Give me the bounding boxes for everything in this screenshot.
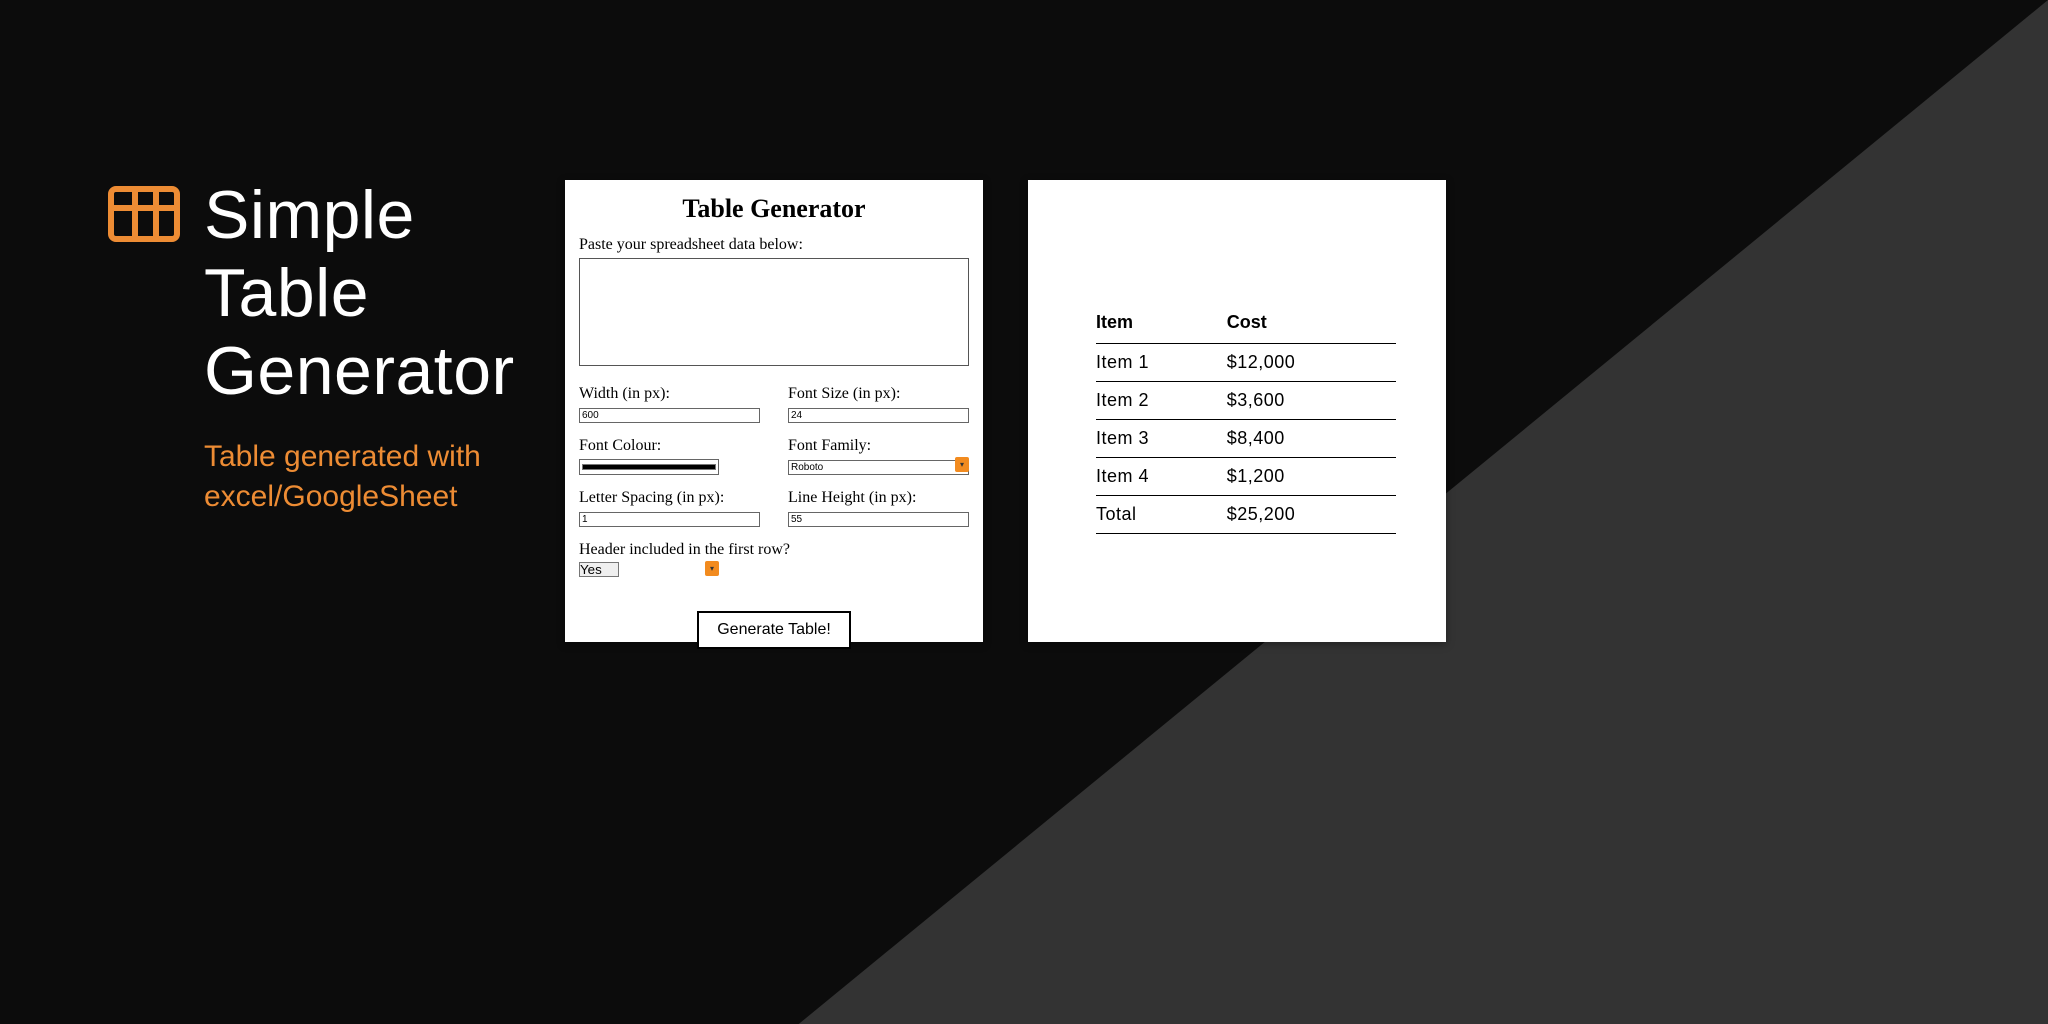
form-title: Table Generator xyxy=(579,194,969,224)
result-card: Item Cost Item 1 $12,000 Item 2 $3,600 I… xyxy=(1028,180,1446,642)
table-cell: $12,000 xyxy=(1219,344,1396,382)
header-row-label: Header included in the first row? xyxy=(579,541,969,559)
result-header-cell: Cost xyxy=(1219,306,1396,344)
generator-form-card: Table Generator Paste your spreadsheet d… xyxy=(565,180,983,642)
table-cell: Item 1 xyxy=(1096,344,1219,382)
table-row: Total $25,200 xyxy=(1096,496,1396,534)
paste-label: Paste your spreadsheet data below: xyxy=(579,236,969,254)
font-size-input[interactable] xyxy=(788,408,969,423)
hero-title-line: Generator xyxy=(204,333,515,409)
hero: Simple Table Generator Table generated w… xyxy=(108,176,515,518)
table-cell: $25,200 xyxy=(1219,496,1396,534)
font-size-label: Font Size (in px): xyxy=(788,385,969,403)
header-row-field: Header included in the first row? Yes ▾ xyxy=(579,541,969,579)
table-cell: Total xyxy=(1096,496,1219,534)
hero-title-line: Simple xyxy=(204,177,415,253)
font-colour-field: Font Colour: xyxy=(579,437,760,475)
line-height-label: Line Height (in px): xyxy=(788,489,969,507)
table-icon xyxy=(108,186,180,242)
spreadsheet-input[interactable] xyxy=(579,258,969,366)
letter-spacing-label: Letter Spacing (in px): xyxy=(579,489,760,507)
table-cell: $1,200 xyxy=(1219,458,1396,496)
hero-title: Simple Table Generator xyxy=(204,176,515,411)
letter-spacing-field: Letter Spacing (in px): xyxy=(579,489,760,527)
header-row-select[interactable]: Yes xyxy=(579,562,619,577)
hero-sub-line: excel/GoogleSheet xyxy=(204,480,458,513)
chevron-down-icon: ▾ xyxy=(705,561,719,576)
hero-title-line: Table xyxy=(204,255,369,331)
hero-subtitle: Table generated with excel/GoogleSheet xyxy=(204,437,515,518)
generate-table-button[interactable]: Generate Table! xyxy=(697,611,851,649)
table-cell: $3,600 xyxy=(1219,382,1396,420)
table-row: Item 2 $3,600 xyxy=(1096,382,1396,420)
result-header-cell: Item xyxy=(1096,306,1219,344)
width-field: Width (in px): xyxy=(579,385,760,423)
table-row: Item 4 $1,200 xyxy=(1096,458,1396,496)
table-row: Item 3 $8,400 xyxy=(1096,420,1396,458)
hero-sub-line: Table generated with xyxy=(204,440,481,473)
table-cell: Item 4 xyxy=(1096,458,1219,496)
font-colour-label: Font Colour: xyxy=(579,437,760,455)
table-row: Item 1 $12,000 xyxy=(1096,344,1396,382)
table-cell: $8,400 xyxy=(1219,420,1396,458)
table-cell: Item 3 xyxy=(1096,420,1219,458)
font-family-label: Font Family: xyxy=(788,437,969,455)
result-table: Item Cost Item 1 $12,000 Item 2 $3,600 I… xyxy=(1096,306,1396,534)
line-height-field: Line Height (in px): xyxy=(788,489,969,527)
letter-spacing-input[interactable] xyxy=(579,512,760,527)
table-cell: Item 2 xyxy=(1096,382,1219,420)
line-height-input[interactable] xyxy=(788,512,969,527)
font-family-field: Font Family: Roboto ▾ xyxy=(788,437,969,475)
font-family-select[interactable]: Roboto xyxy=(788,460,969,475)
width-input[interactable] xyxy=(579,408,760,423)
width-label: Width (in px): xyxy=(579,385,760,403)
font-size-field: Font Size (in px): xyxy=(788,385,969,423)
result-header-row: Item Cost xyxy=(1096,306,1396,344)
font-colour-input[interactable] xyxy=(579,459,719,475)
